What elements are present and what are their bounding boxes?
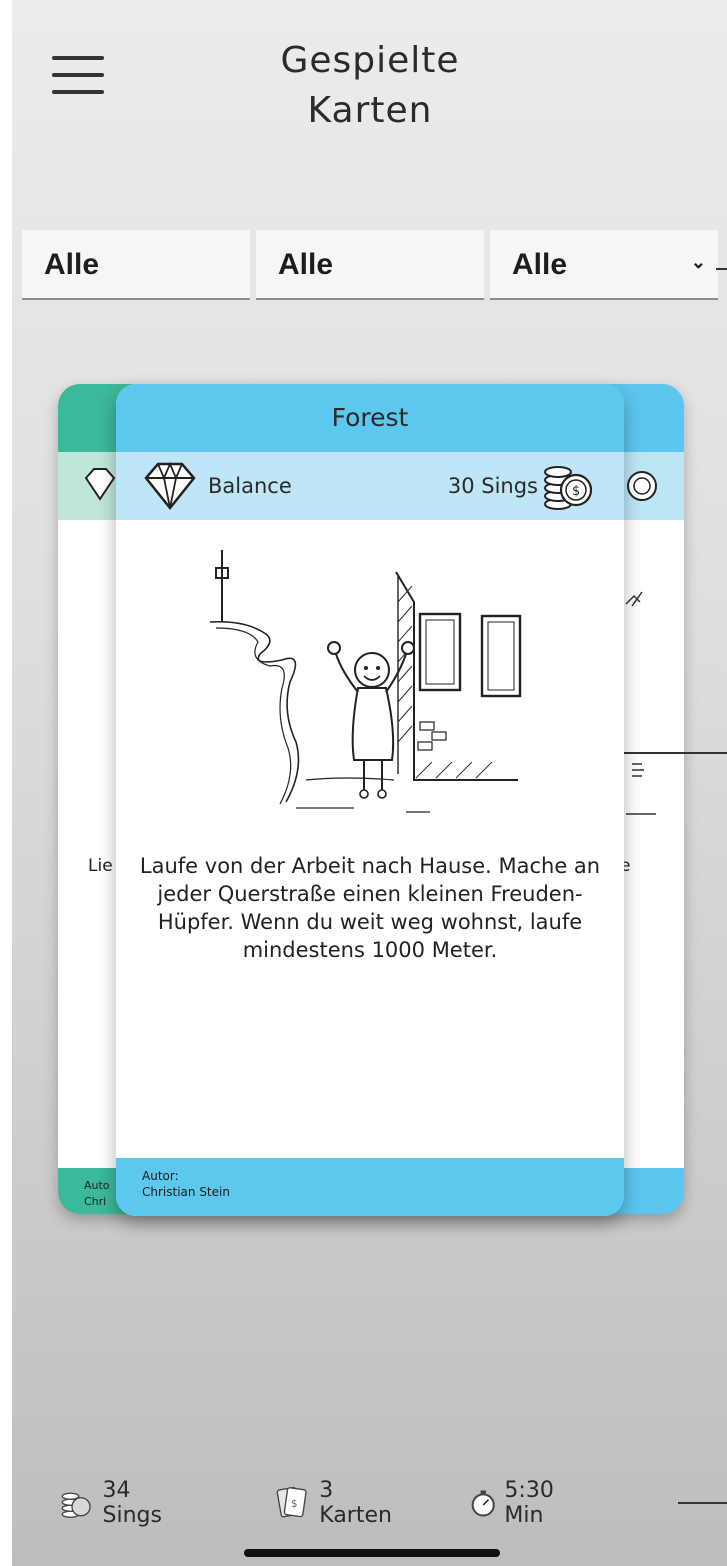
card-author-label: Autor:: [142, 1169, 179, 1183]
card-author-name: Christian Stein: [142, 1185, 230, 1199]
back-card-author-label: Auto: [84, 1179, 110, 1192]
card-illustration: [209, 550, 522, 813]
filter-1-value: Alle: [44, 248, 100, 281]
cards-icon: $: [276, 1486, 307, 1518]
connector-line: [618, 752, 727, 754]
coins-icon: $: [544, 466, 593, 510]
filter-select-2[interactable]: Alle: [256, 230, 484, 300]
card-category: Balance: [208, 474, 292, 498]
diamond-icon: [144, 461, 196, 511]
divider-line-bottom: [678, 1502, 727, 1504]
svg-text:$: $: [572, 484, 580, 499]
filter-3-value: Alle: [512, 248, 568, 281]
stat-cards-label: 3 Karten: [319, 1478, 392, 1528]
card-forest[interactable]: Forest Balance 30 Sings $ Laufe von der …: [116, 384, 624, 1216]
filter-2-value: Alle: [278, 248, 334, 281]
page-title: Gespielte Karten: [230, 36, 510, 136]
card-info-band: Balance 30 Sings $: [116, 452, 624, 520]
menu-icon[interactable]: [52, 52, 104, 98]
back-sketch-fragment-2: [626, 763, 656, 815]
card-cost: 30 Sings: [447, 474, 538, 498]
card-title: Forest: [116, 384, 624, 452]
filter-select-1[interactable]: Alle: [22, 230, 250, 300]
card-description: Laufe von der Arbeit nach Hause. Mache a…: [139, 854, 601, 962]
chevron-down-icon: ⌄: [690, 252, 706, 272]
back-diamond-icon: [84, 468, 116, 501]
stat-sings-label: 34 Sings: [102, 1478, 162, 1528]
screen-edge: [0, 0, 12, 1566]
page-title-line1: Gespielte: [280, 40, 460, 81]
stopwatch-icon: [471, 1490, 495, 1517]
stat-time: 5:30 Min: [470, 1478, 567, 1528]
page-title-line2: Karten: [307, 90, 433, 131]
divider-line: [716, 268, 727, 270]
back-card-text: Lie: [88, 856, 113, 876]
stat-sings: 34 Sings: [60, 1478, 173, 1528]
stat-time-label: 5:30 Min: [504, 1478, 554, 1528]
stat-cards: $ 3 Karten: [274, 1478, 399, 1528]
back-coins-icon: [627, 471, 657, 501]
coins-stack-icon: [61, 1492, 91, 1518]
svg-text:$: $: [291, 1499, 297, 1510]
back-card-author-name: Chri: [84, 1195, 107, 1208]
home-indicator[interactable]: [244, 1549, 500, 1557]
filter-select-3[interactable]: Alle ⌄: [490, 230, 718, 300]
card-footer: Autor: Christian Stein: [116, 1158, 624, 1216]
back-sketch-fragment: [625, 591, 643, 607]
